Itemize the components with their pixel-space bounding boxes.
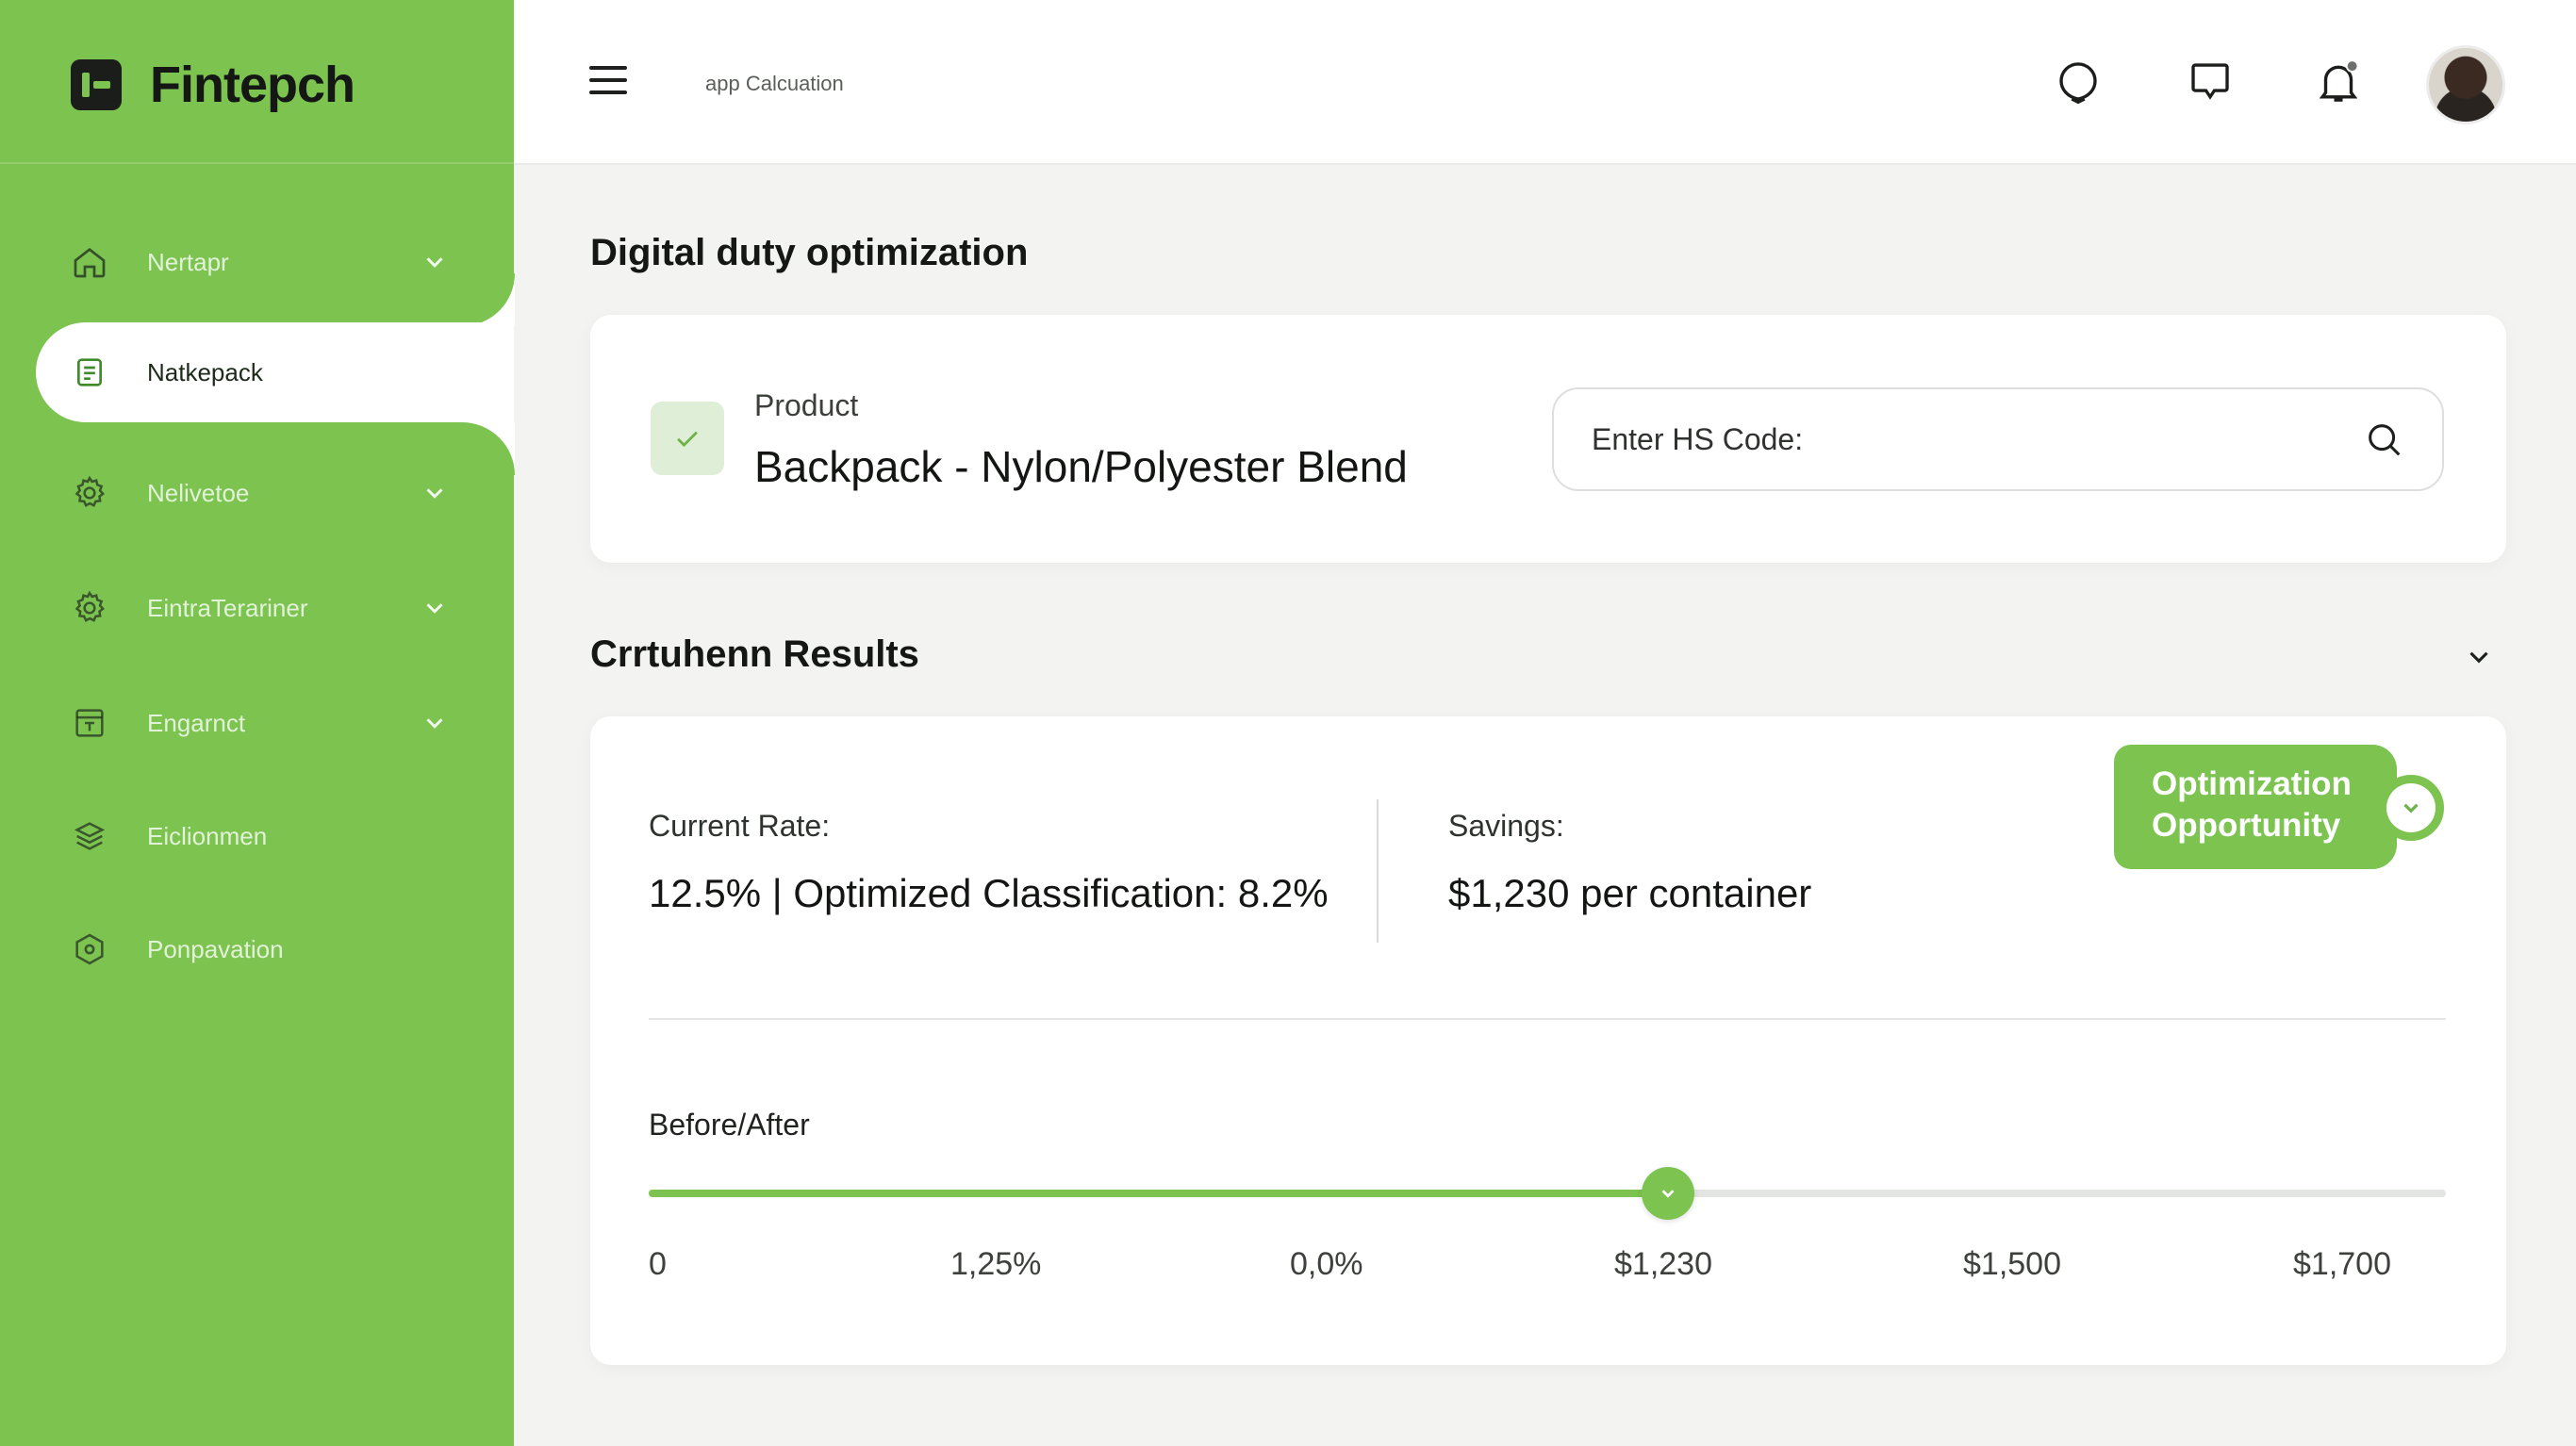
slider-fill (649, 1190, 1668, 1197)
breadcrumb[interactable]: app Calcuation (705, 72, 844, 96)
gear-icon (70, 473, 109, 513)
sidebar-item-5[interactable]: Engarnct (36, 673, 514, 773)
opportunity-expand-button[interactable] (2378, 775, 2444, 841)
slider-tick-label: 1,25% (950, 1246, 1042, 1282)
app-root: Fintepch Nertapr Natkepack Nelivetoe Ein… (0, 0, 2576, 1446)
brand[interactable]: Fintepch (71, 52, 355, 118)
slider-tick-label: 0,0% (1290, 1246, 1363, 1282)
chevron-down-icon (426, 488, 443, 499)
calendar-icon (70, 703, 109, 743)
current-rate-label: Current Rate: (649, 809, 831, 843)
topbar: app Calcuation (514, 0, 2576, 165)
slider-tick-label: 0 (649, 1246, 667, 1282)
sidebar-item-4[interactable]: EintraTerariner (36, 558, 514, 658)
before-after-label: Before/After (649, 1108, 810, 1142)
slider-tick-label: $1,500 (1963, 1246, 2061, 1282)
results-card: Current Rate: 12.5% | Optimized Classifi… (590, 716, 2506, 1365)
document-icon (70, 353, 109, 392)
sidebar-item-label: Engarnct (147, 708, 246, 737)
menu-line (589, 66, 627, 70)
gear-icon (70, 588, 109, 628)
vertical-divider (1377, 799, 1379, 943)
chevron-down-icon[interactable] (2463, 641, 2495, 673)
slider-tick-label: $1,230 (1614, 1246, 1712, 1282)
sidebar-item-3[interactable]: Nelivetoe (36, 443, 514, 543)
brand-name: Fintepch (150, 57, 355, 113)
bell-icon[interactable] (2313, 57, 2364, 107)
sidebar-item-label: Eiclionmen (147, 821, 268, 850)
optimization-opportunity-badge[interactable]: Optimization Opportunity (2114, 745, 2397, 869)
message-icon[interactable] (2185, 57, 2236, 107)
current-rate-value: 12.5% | Optimized Classification: 8.2% (649, 871, 1329, 915)
sidebar-item-label: Ponpavation (147, 934, 284, 963)
chat-bubble-icon[interactable] (2053, 57, 2104, 107)
page-title: Digital duty optimization (590, 232, 1029, 273)
chevron-down-icon (426, 718, 443, 729)
shield-icon (70, 929, 109, 969)
sidebar: Fintepch Nertapr Natkepack Nelivetoe Ein… (0, 0, 515, 1446)
product-label: Product (754, 388, 859, 422)
brand-logo-icon (71, 59, 122, 110)
sidebar-item-2[interactable]: Natkepack (36, 322, 514, 422)
sidebar-item-label: Nertapr (147, 247, 229, 276)
badge-line-1: Optimization (2152, 765, 2352, 802)
home-icon (70, 242, 109, 282)
product-card: Product Backpack - Nylon/Polyester Blend (590, 315, 2506, 563)
horizontal-divider (649, 1018, 2446, 1020)
savings-unit: per container (1580, 871, 1812, 915)
check-icon (651, 402, 724, 475)
user-avatar[interactable] (2426, 45, 2505, 124)
hs-code-input[interactable] (1552, 387, 2444, 491)
search-icon[interactable] (2363, 419, 2406, 462)
brand-divider (0, 162, 514, 164)
sidebar-item-6[interactable]: Eiclionmen (36, 786, 514, 886)
slider-thumb[interactable] (1641, 1167, 1694, 1220)
sidebar-item-label: Nelivetoe (147, 478, 250, 507)
product-name: Backpack - Nylon/Polyester Blend (754, 442, 1408, 491)
sidebar-item-label: Natkepack (147, 357, 263, 386)
badge-line-2: Opportunity (2152, 807, 2341, 844)
chevron-down-icon (426, 257, 443, 268)
savings-label: Savings: (1448, 809, 1564, 843)
results-section-title: Crrtuhenn Results (590, 633, 919, 675)
sidebar-item-1[interactable]: Nertapr (36, 212, 514, 312)
sidebar-item-7[interactable]: Ponpavation (36, 899, 514, 999)
hamburger-menu-button[interactable] (589, 66, 627, 100)
before-after-slider[interactable] (649, 1167, 2446, 1220)
sidebar-item-label: EintraTerariner (147, 593, 308, 622)
savings-value: $1,230 per container (1448, 871, 1811, 916)
chevron-down-icon (2386, 783, 2436, 832)
savings-amount: $1,230 (1448, 871, 1570, 915)
menu-line (589, 90, 627, 94)
menu-line (589, 78, 627, 82)
chevron-down-icon (426, 603, 443, 614)
slider-tick-label: $1,700 (2293, 1246, 2391, 1282)
layers-icon (70, 816, 109, 856)
